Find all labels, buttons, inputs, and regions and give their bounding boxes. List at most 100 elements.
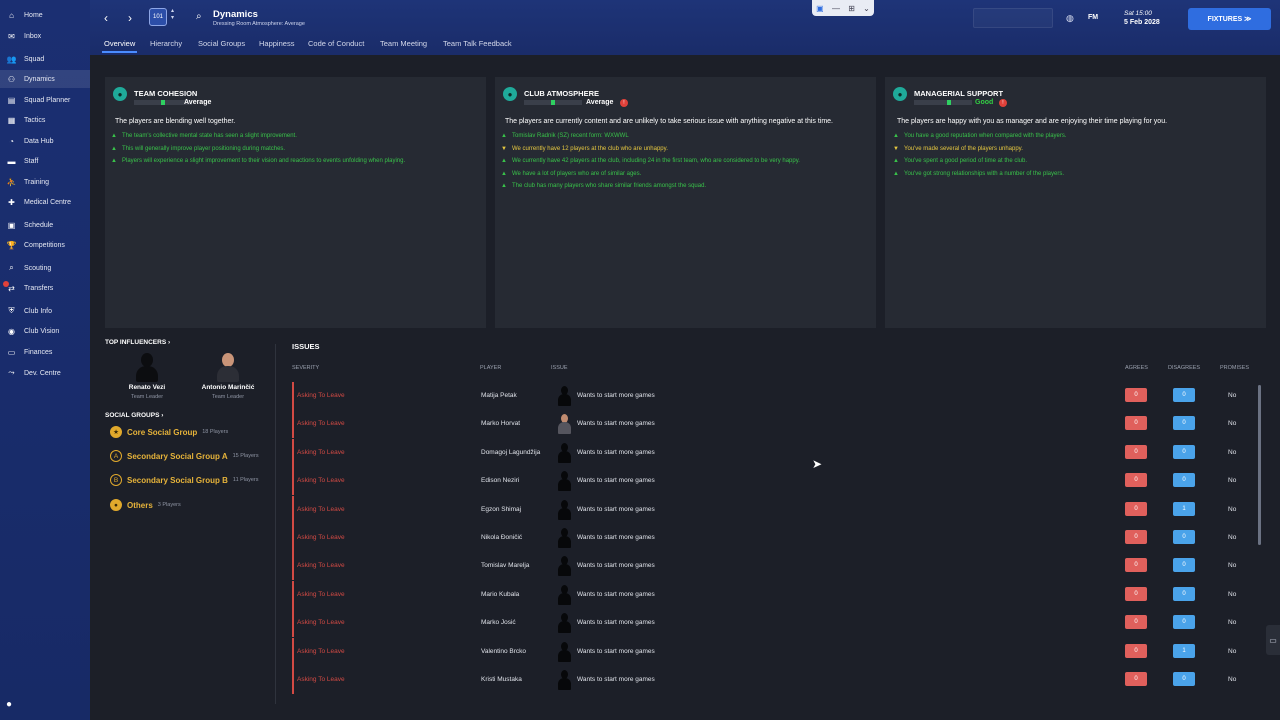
player-name[interactable]: Domagoj Lagundžija — [481, 449, 540, 456]
scrollbar[interactable] — [1258, 385, 1261, 545]
sidebar-item-training[interactable]: ⛹ Training — [0, 173, 90, 191]
top-influencers-link[interactable]: TOP INFLUENCERS › — [105, 339, 170, 346]
sidebar-item-data-hub[interactable]: ◔ Data Hub — [0, 132, 90, 150]
disagrees-count[interactable]: 0 — [1173, 416, 1195, 431]
player-name[interactable]: Edison Neziri — [481, 477, 519, 484]
sidebar-item-squad-planner[interactable]: ▤ Squad Planner — [0, 91, 90, 109]
col-severity[interactable]: Severity — [292, 365, 319, 371]
sidebar-item-dynamics[interactable]: ⚇ Dynamics — [0, 70, 90, 88]
table-row[interactable]: Asking To Leave Marko Horvat Wants to star… — [292, 410, 1252, 439]
sidebar-item-finances[interactable]: ▭ Finances — [0, 343, 90, 361]
disagrees-count[interactable]: 0 — [1173, 530, 1195, 544]
globe-icon[interactable]: ◍ — [1066, 13, 1074, 24]
forward-arrow-icon[interactable]: › — [128, 11, 132, 25]
agrees-count[interactable]: 0 — [1125, 558, 1147, 573]
sidebar-item-club-info[interactable]: ⛨ Club Info — [0, 302, 90, 320]
window-icon[interactable]: ▣ — [816, 4, 824, 13]
tab-team-talk-feedback[interactable]: Team Talk Feedback — [443, 39, 512, 48]
player-name[interactable]: Marko Josić — [481, 619, 516, 626]
sidebar-item-medical-centre[interactable]: ✚ Medical Centre — [0, 193, 90, 211]
disagrees-count[interactable]: 0 — [1173, 473, 1195, 488]
chat-icon[interactable]: ● — [6, 700, 18, 710]
disagrees-count[interactable]: 0 — [1173, 672, 1195, 686]
table-row[interactable]: Asking To Leave Nikola Đoničić Wants to st… — [292, 524, 1252, 552]
table-row[interactable]: Asking To Leave Mario Kubala Wants to star… — [292, 580, 1252, 609]
disagrees-count[interactable]: 0 — [1173, 586, 1195, 601]
table-row[interactable]: Asking To Leave Egzon Shimaj Wants to star… — [292, 495, 1252, 524]
col-promises[interactable]: Promises — [1220, 365, 1249, 371]
tab-team-meeting[interactable]: Team Meeting — [380, 39, 427, 48]
disagrees-count[interactable]: 0 — [1173, 444, 1195, 459]
tab-happiness[interactable]: Happiness — [259, 39, 294, 48]
player-name[interactable]: Mario Kubala — [481, 591, 519, 598]
agrees-count[interactable]: 0 — [1125, 615, 1147, 630]
tab-overview[interactable]: Overview — [101, 39, 138, 53]
table-row[interactable]: Asking To Leave Matija Petak Wants to star… — [292, 382, 1252, 410]
table-row[interactable]: Asking To Leave Kristi Mustaka Wants to st… — [292, 666, 1252, 694]
sidebar-item-squad[interactable]: 👥 Squad — [0, 50, 90, 68]
sidebar-item-dev-centre[interactable]: ⤳ Dev. Centre — [0, 364, 90, 382]
player-name[interactable]: Matija Petak — [481, 392, 517, 399]
chevron-down-icon[interactable]: ⌄ — [863, 4, 870, 13]
agrees-count[interactable]: 0 — [1125, 473, 1147, 488]
social-group-row[interactable]: B Secondary Social Group B 11 Players — [110, 473, 259, 487]
disagrees-count[interactable]: 0 — [1173, 388, 1195, 402]
disagrees-count[interactable]: 1 — [1173, 643, 1195, 658]
table-row[interactable]: Asking To Leave Domagoj Lagundžija Wants t… — [292, 438, 1252, 467]
player-name[interactable]: Marko Horvat — [481, 420, 520, 427]
sidebar-item-home[interactable]: ⌂ Home — [0, 6, 90, 24]
sidebar-item-scouting[interactable]: ⌕ Scouting — [0, 259, 90, 277]
agrees-count[interactable]: 0 — [1125, 388, 1147, 402]
fixtures-button[interactable]: FIXTURES ≫ — [1188, 8, 1271, 30]
sidebar-item-competitions[interactable]: 🏆 Competitions — [0, 236, 90, 254]
scrollbar-thumb[interactable] — [1258, 385, 1261, 545]
table-row[interactable]: Asking To Leave Marko Josić Wants to start… — [292, 609, 1252, 638]
tab-social-groups[interactable]: Social Groups — [198, 39, 245, 48]
sidebar-item-tactics[interactable]: ▦ Tactics — [0, 111, 90, 129]
sidebar-item-club-vision[interactable]: ◉ Club Vision — [0, 322, 90, 340]
agrees-count[interactable]: 0 — [1125, 586, 1147, 601]
sidebar-item-schedule[interactable]: ▣ Schedule — [0, 216, 90, 234]
social-group-row[interactable]: ★ Core Social Group 18 Players — [110, 425, 228, 439]
info-dot-icon[interactable]: ! — [999, 99, 1007, 107]
search-icon[interactable]: ⌕ — [196, 11, 202, 22]
agrees-count[interactable]: 0 — [1125, 672, 1147, 686]
influencer-name[interactable]: Renato Vezi — [107, 384, 187, 391]
agrees-count[interactable]: 0 — [1125, 416, 1147, 431]
col-agrees[interactable]: Agrees — [1125, 365, 1148, 371]
player-name[interactable]: Kristi Mustaka — [481, 676, 522, 683]
player-name[interactable]: Valentino Brcko — [481, 648, 526, 655]
sidebar-item-inbox[interactable]: ✉ Inbox — [0, 27, 90, 45]
agrees-count[interactable]: 0 — [1125, 643, 1147, 658]
club-switch-chevrons-icon[interactable]: ▴ ▾ — [171, 8, 174, 22]
player-name[interactable]: Egzon Shimaj — [481, 506, 521, 513]
back-arrow-icon[interactable]: ‹ — [104, 11, 108, 25]
fm-logo[interactable]: FM — [1088, 14, 1098, 21]
sidebar-item-staff[interactable]: ▬ Staff — [0, 152, 90, 170]
disagrees-count[interactable]: 0 — [1173, 558, 1195, 573]
avatar[interactable] — [135, 353, 159, 383]
agrees-count[interactable]: 0 — [1125, 444, 1147, 459]
disagrees-count[interactable]: 1 — [1173, 501, 1195, 516]
col-player[interactable]: Player — [480, 365, 501, 371]
avatar[interactable] — [216, 353, 240, 383]
sidebar-item-transfers[interactable]: ⇄ Transfers — [0, 279, 90, 297]
tab-hierarchy[interactable]: Hierarchy — [150, 39, 182, 48]
social-groups-link[interactable]: SOCIAL GROUPS › — [105, 412, 163, 419]
table-row[interactable]: Asking To Leave Tomislav Marelja Wants to … — [292, 552, 1252, 581]
table-row[interactable]: Asking To Leave Valentino Brcko Wants to s… — [292, 637, 1252, 666]
layout-icon[interactable]: ⊞ — [848, 4, 855, 13]
minimize-icon[interactable]: — — [832, 4, 840, 13]
disagrees-count[interactable]: 0 — [1173, 615, 1195, 630]
player-name[interactable]: Nikola Đoničić — [481, 534, 522, 541]
player-name[interactable]: Tomislav Marelja — [481, 562, 529, 569]
club-crest-icon[interactable]: 101 — [149, 8, 167, 26]
col-disagrees[interactable]: Disagrees — [1168, 365, 1200, 371]
table-row[interactable]: Asking To Leave Edison Neziri Wants to sta… — [292, 467, 1252, 496]
agrees-count[interactable]: 0 — [1125, 501, 1147, 516]
influencer-name[interactable]: Antonio Marinčić — [188, 384, 268, 391]
agrees-count[interactable]: 0 — [1125, 530, 1147, 544]
side-panel-toggle-icon[interactable]: ▭ — [1266, 625, 1280, 655]
social-group-row[interactable]: ● Others 3 Players — [110, 498, 181, 512]
tab-code-of-conduct[interactable]: Code of Conduct — [308, 39, 364, 48]
